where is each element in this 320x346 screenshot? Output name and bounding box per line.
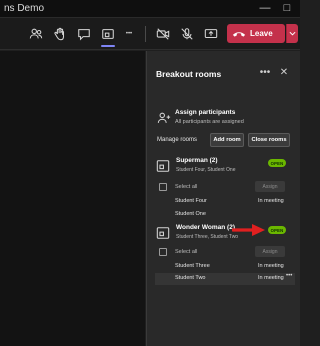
maximize-button[interactable]: □	[280, 1, 294, 15]
share-screen-icon[interactable]	[203, 26, 219, 42]
participant-row[interactable]: Student One	[155, 209, 295, 221]
assign-people-icon	[157, 112, 171, 123]
status-badge: OPEN	[268, 226, 286, 234]
assign-subtitle: All participants are assigned	[175, 119, 244, 125]
select-all-checkbox[interactable]	[159, 183, 167, 191]
participant-name: Student One	[175, 211, 206, 217]
breakout-rooms-panel: Breakout rooms ••• ✕ Assign participants…	[146, 51, 300, 346]
select-all-checkbox[interactable]	[159, 248, 167, 256]
panel-close-button[interactable]: ✕	[277, 65, 291, 79]
participant-status: In meeting	[258, 198, 284, 204]
participant-row[interactable]: Student Four In meeting	[155, 196, 295, 208]
participant-more-button[interactable]: •••	[286, 273, 292, 279]
hang-up-icon	[232, 31, 246, 37]
room-icon	[156, 160, 170, 172]
room-superman[interactable]: Superman (2) Student Four, Student One O…	[155, 155, 295, 177]
assign-button[interactable]: Assign	[255, 181, 285, 192]
add-room-button[interactable]: Add room	[210, 133, 244, 147]
participant-name: Student Three	[175, 263, 210, 269]
select-all-row: Select all Assign	[155, 181, 295, 194]
leave-label: Leave	[250, 29, 273, 38]
participant-row[interactable]: Student Two In meeting •••	[155, 273, 295, 285]
annotation-arrow-icon	[232, 224, 265, 236]
assign-title: Assign participants	[175, 109, 236, 116]
toolbar-divider	[145, 26, 146, 42]
title-bar: ns Demo — □	[0, 0, 300, 18]
select-all-label: Select all	[175, 249, 198, 255]
select-all-row: Select all Assign	[155, 246, 295, 259]
status-badge: OPEN	[268, 159, 286, 167]
assign-button[interactable]: Assign	[255, 246, 285, 257]
mic-off-icon[interactable]	[179, 26, 195, 42]
meeting-stage	[0, 51, 145, 346]
participant-row[interactable]: Student Three In meeting	[155, 261, 295, 273]
raise-hand-icon[interactable]	[52, 26, 68, 42]
panel-more-button[interactable]: •••	[258, 65, 272, 79]
leave-options-button[interactable]	[286, 24, 298, 43]
minimize-button[interactable]: —	[258, 1, 272, 15]
breakout-rooms-icon[interactable]	[100, 26, 116, 47]
participant-name: Student Four	[175, 198, 207, 204]
room-icon	[156, 227, 170, 239]
react-icon[interactable]	[76, 26, 92, 42]
room-name: Superman (2)	[176, 157, 218, 164]
leave-button[interactable]: Leave	[227, 24, 285, 43]
camera-off-icon[interactable]	[155, 26, 171, 42]
close-rooms-button[interactable]: Close rooms	[248, 133, 290, 147]
participants-icon[interactable]	[28, 26, 44, 42]
room-members: Student Four, Student One	[176, 167, 236, 173]
panel-title: Breakout rooms	[156, 69, 222, 79]
chevron-down-icon	[289, 31, 296, 36]
select-all-label: Select all	[175, 184, 198, 190]
window-title: ns Demo	[4, 3, 45, 14]
meeting-toolbar: ••• Leave	[0, 18, 300, 50]
manage-rooms-label: Manage rooms	[157, 137, 198, 143]
participant-status: In meeting	[258, 263, 284, 269]
participant-status: In meeting	[258, 275, 284, 281]
more-actions-icon[interactable]: •••	[121, 26, 137, 42]
teams-meeting-window: ns Demo — □ ••• Leave Breakout rooms •••…	[0, 0, 300, 346]
participant-name: Student Two	[175, 275, 206, 281]
assign-participants-button[interactable]: Assign participants All participants are…	[155, 108, 293, 130]
room-wonder-woman[interactable]: Wonder Woman (2) Student Three, Student …	[155, 222, 295, 244]
